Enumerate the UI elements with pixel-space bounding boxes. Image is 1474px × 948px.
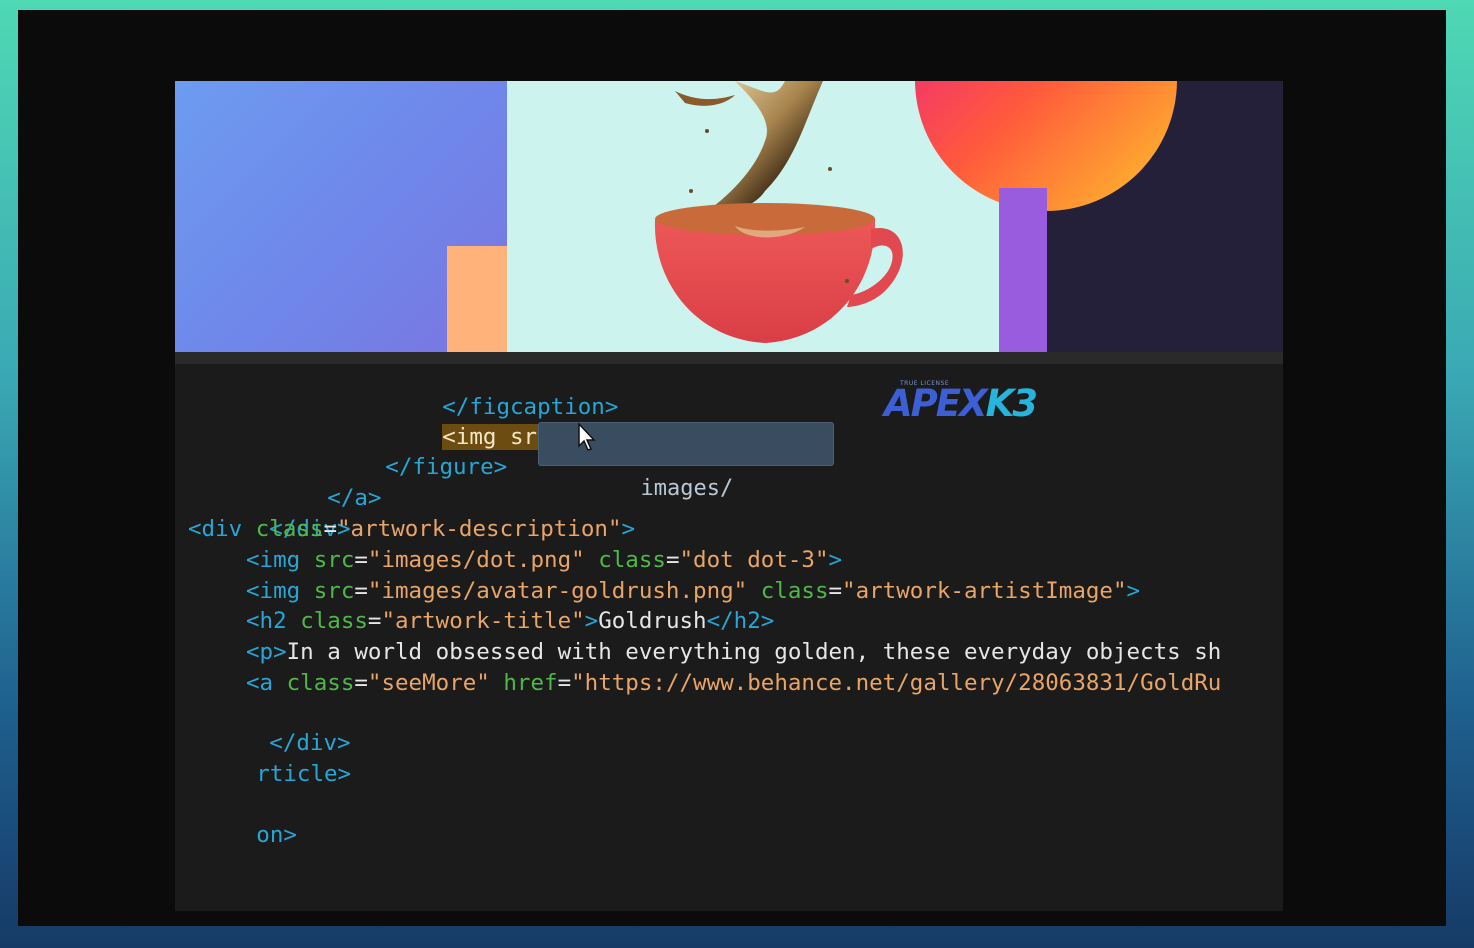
code-tag: rticle> bbox=[256, 761, 352, 787]
code-string: "dot dot-3" bbox=[679, 547, 829, 573]
code-tag: on> bbox=[256, 822, 297, 848]
brand-logo: TRUE LICENSE APEXK3 bbox=[884, 380, 1044, 428]
code-tag: <a bbox=[246, 670, 287, 696]
code-line: <img src="images/avatar-goldrush.png" cl… bbox=[246, 578, 1141, 604]
code-line: on> bbox=[175, 790, 297, 848]
preview-orange-block bbox=[447, 246, 507, 352]
editor-window: </figcaption> <img src="ima"> </figure> … bbox=[175, 81, 1283, 911]
code-tag: <p> bbox=[246, 639, 287, 665]
code-string: "artwork-artistImage" bbox=[842, 578, 1127, 604]
code-tag: </h2> bbox=[706, 608, 775, 634]
code-line: <a class="seeMore" href="https://www.beh… bbox=[246, 670, 1222, 696]
code-attr: class bbox=[300, 608, 368, 634]
logo-k3-text: K3 bbox=[985, 382, 1038, 425]
code-line-current: <img src="ima"> bbox=[361, 392, 646, 450]
code-string: "images/dot.png" bbox=[367, 547, 585, 573]
code-attr: class bbox=[286, 670, 355, 696]
code-tag: > bbox=[584, 608, 599, 634]
code-line: <p>In a world obsessed with everything g… bbox=[246, 637, 1221, 667]
code-text: In a world obsessed with everything gold… bbox=[286, 639, 1222, 665]
code-tag: <img bbox=[246, 547, 314, 573]
code-attr: src bbox=[313, 547, 355, 573]
code-tag: <div bbox=[188, 516, 256, 542]
code-text: Goldrush bbox=[598, 608, 707, 634]
preview-purple-block bbox=[999, 188, 1047, 352]
code-attr: href bbox=[503, 670, 558, 696]
code-line: <img src="images/dot.png" class="dot dot… bbox=[246, 547, 843, 573]
code-line: </figure> bbox=[304, 422, 507, 480]
code-editor[interactable]: </figcaption> <img src="ima"> </figure> … bbox=[175, 364, 1283, 911]
code-line: </a> bbox=[246, 453, 381, 511]
code-string: "seeMore" bbox=[367, 670, 490, 696]
code-line: </div> bbox=[188, 484, 350, 542]
code-line: rticle> bbox=[175, 729, 351, 787]
code-string: "https://www.behance.net/gallery/2806383… bbox=[571, 670, 1222, 696]
preview-pane bbox=[175, 81, 1283, 352]
code-line: </figcaption> bbox=[361, 362, 618, 420]
code-tag: </figure> bbox=[385, 454, 508, 480]
code-attr: src bbox=[313, 578, 355, 604]
mouse-cursor-icon bbox=[578, 422, 596, 451]
code-attr: class bbox=[760, 578, 829, 604]
pane-divider bbox=[175, 352, 1283, 364]
logo-apex-text: APEX bbox=[884, 382, 988, 425]
code-line: </div> bbox=[188, 698, 350, 756]
code-tag: <img bbox=[246, 578, 314, 604]
cup-illustration-icon bbox=[654, 81, 903, 343]
code-tag: > bbox=[621, 516, 636, 542]
autocomplete-suggestion[interactable]: images/ bbox=[640, 476, 733, 501]
code-string: "images/avatar-goldrush.png" bbox=[367, 578, 748, 604]
code-string: "artwork-title" bbox=[381, 608, 585, 634]
code-tag: > bbox=[1126, 578, 1141, 604]
code-tag: > bbox=[828, 547, 843, 573]
code-line: <h2 class="artwork-title">Goldrush</h2> bbox=[246, 608, 775, 634]
code-tag: <h2 bbox=[246, 608, 301, 634]
code-attr: class bbox=[255, 516, 324, 542]
